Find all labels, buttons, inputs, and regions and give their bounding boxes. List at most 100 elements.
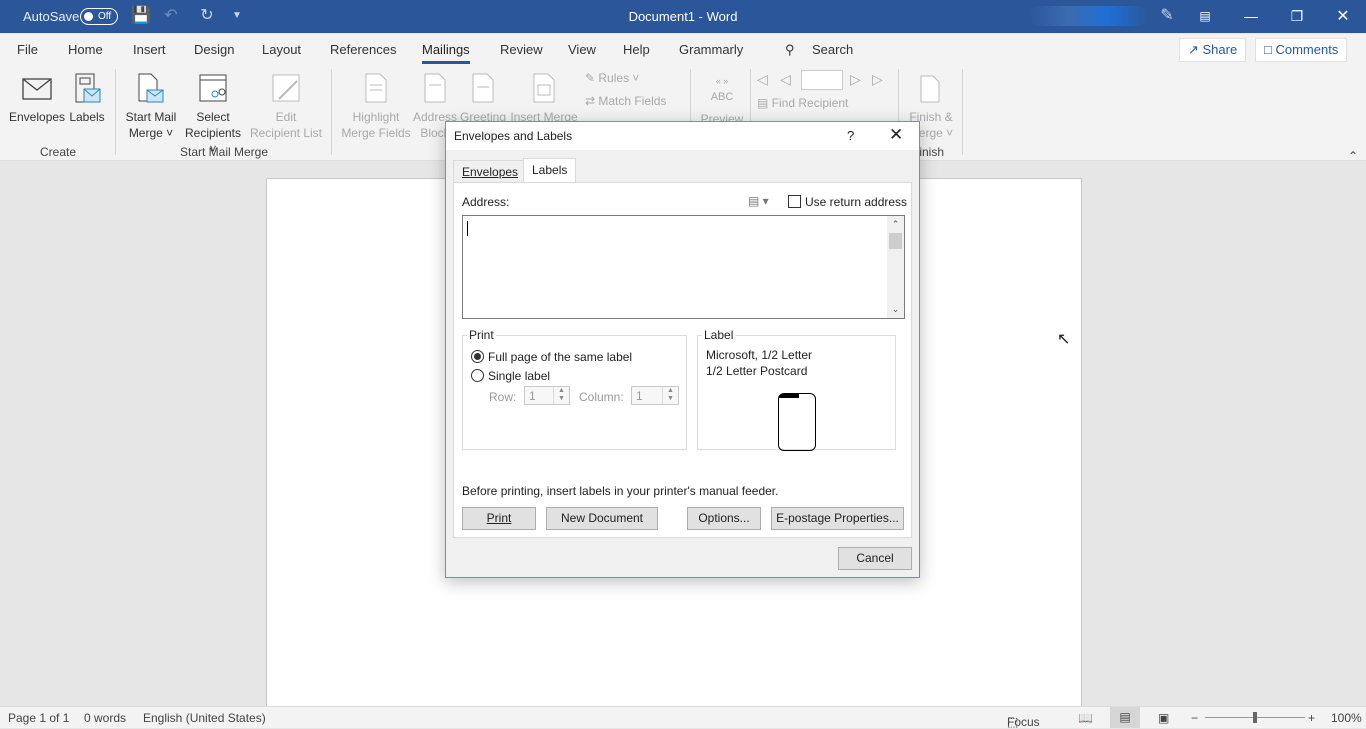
dialog-title: Envelopes and Labels <box>454 129 573 143</box>
row-spinner[interactable]: 1 ▲ ▼ <box>524 386 570 405</box>
use-return-address-checkbox[interactable] <box>788 195 801 208</box>
first-record-icon[interactable]: ◁ <box>757 71 768 88</box>
envelopes-button[interactable]: Envelopes <box>9 73 65 125</box>
edit-list-icon <box>271 73 301 105</box>
scroll-down-icon[interactable]: ⌄ <box>887 304 904 315</box>
tab-grammarly[interactable]: Grammarly <box>679 42 743 57</box>
find-recipient-button[interactable]: ▤ Find Recipient <box>757 96 848 110</box>
address-textarea[interactable]: ⌃ ⌄ <box>462 215 905 319</box>
print-group-legend: Print <box>469 328 494 342</box>
last-record-icon[interactable]: ▷ <box>872 71 883 88</box>
rules-button[interactable]: ✎ Rules ˅ <box>585 71 639 85</box>
language[interactable]: English (United States) <box>143 711 266 725</box>
find-recipient-icon: ▤ <box>757 96 772 110</box>
page-count[interactable]: Page 1 of 1 <box>8 711 69 725</box>
epostage-properties-button[interactable]: E-postage Properties... <box>771 507 904 530</box>
highlight-merge-fields-button[interactable]: Highlight Merge Fields <box>340 73 412 141</box>
ribbon-display-options-icon[interactable]: ▤ <box>1182 0 1228 33</box>
labels-icon <box>72 73 102 105</box>
tab-mailings[interactable]: Mailings <box>422 42 470 64</box>
greeting-line-button[interactable]: Greeting <box>458 73 508 125</box>
zoom-level[interactable]: 100% <box>1331 711 1362 725</box>
mouse-cursor-icon: ↖ <box>1057 331 1071 348</box>
ribbon-tabs: File Home Insert Design Layout Reference… <box>0 33 1366 65</box>
help-icon[interactable]: ? <box>847 128 854 143</box>
share-button[interactable]: ↗ Share <box>1179 38 1247 62</box>
preview-results-button[interactable]: « » ABC Preview <box>700 73 744 127</box>
previous-record-icon[interactable]: ◁ <box>780 71 791 88</box>
title-bar: AutoSave Off 💾 ↶ ↻ ▼ Document1 - Word ✎ … <box>0 0 1366 33</box>
address-block-icon <box>420 73 450 105</box>
comments-icon: □ <box>1264 42 1276 57</box>
finish-merge-icon <box>916 73 946 105</box>
address-book-icon[interactable]: ▤ ▾ <box>748 194 769 208</box>
labels-tab-panel: Address: ▤ ▾ Use return address ⌃ ⌄ Prin… <box>453 182 912 538</box>
single-label-radio[interactable] <box>471 369 484 382</box>
label-vendor: Microsoft, 1/2 Letter <box>706 348 813 362</box>
row-label: Row: <box>489 390 517 404</box>
cancel-button[interactable]: Cancel <box>838 547 912 570</box>
text-caret <box>467 221 468 236</box>
status-bar: Page 1 of 1 0 words English (United Stat… <box>0 706 1366 729</box>
tab-envelopes[interactable]: Envelopes <box>453 160 528 182</box>
tab-insert[interactable]: Insert <box>133 42 166 57</box>
document-icon <box>361 73 391 105</box>
tab-labels[interactable]: Labels <box>523 158 577 183</box>
designer-icon[interactable]: ✎ <box>1157 6 1177 26</box>
column-spinner[interactable]: 1 ▲ ▼ <box>631 386 679 405</box>
address-scrollbar[interactable]: ⌃ ⌄ <box>887 216 904 318</box>
tab-layout[interactable]: Layout <box>262 42 301 57</box>
single-label-label: Single label <box>488 369 551 383</box>
read-mode-icon[interactable]: 📖 <box>1078 711 1093 725</box>
next-record-icon[interactable]: ▷ <box>850 71 861 88</box>
insert-merge-field-button[interactable]: Insert Merge <box>508 73 580 125</box>
use-return-address-label: Use return address <box>805 195 908 209</box>
comments-button[interactable]: □ Comments <box>1255 38 1348 62</box>
group-separator <box>115 69 116 155</box>
spinner-arrows-icon[interactable]: ▲ ▼ <box>662 387 678 404</box>
restore-icon[interactable]: ❐ <box>1274 0 1320 33</box>
label-preview-icon[interactable] <box>778 393 816 451</box>
search-box[interactable]: Search <box>812 42 853 57</box>
record-number-input[interactable] <box>801 70 843 90</box>
options-button[interactable]: Options... <box>687 507 761 530</box>
comments-label: Comments <box>1275 42 1339 57</box>
print-button[interactable]: Print <box>462 507 536 530</box>
new-document-button[interactable]: New Document <box>546 507 658 530</box>
tab-home[interactable]: Home <box>68 42 103 57</box>
start-mail-merge-icon <box>136 73 166 105</box>
close-icon[interactable]: ✕ <box>1320 0 1366 33</box>
minimize-icon[interactable]: — <box>1228 0 1274 33</box>
tab-help[interactable]: Help <box>623 42 650 57</box>
envelopes-and-labels-dialog: Envelopes and Labels ? ✕ Envelopes Label… <box>445 121 920 578</box>
match-fields-button[interactable]: ⇄ Match Fields <box>585 94 666 108</box>
share-label: Share <box>1202 42 1238 57</box>
label-group-legend: Label <box>704 328 734 342</box>
tab-review[interactable]: Review <box>500 42 543 57</box>
scroll-up-icon[interactable]: ⌃ <box>887 219 904 230</box>
scroll-thumb[interactable] <box>889 233 902 249</box>
spinner-arrows-icon[interactable]: ▲ ▼ <box>553 387 569 404</box>
envelope-icon <box>22 73 52 105</box>
zoom-in-button[interactable]: + <box>1308 711 1315 725</box>
web-layout-icon[interactable]: ▣ <box>1158 711 1169 725</box>
tab-references[interactable]: References <box>330 42 396 57</box>
print-layout-icon[interactable]: ▤ <box>1110 707 1140 728</box>
zoom-slider-thumb[interactable] <box>1253 712 1257 723</box>
tab-view[interactable]: View <box>568 42 596 57</box>
word-count[interactable]: 0 words <box>84 711 126 725</box>
tab-file[interactable]: File <box>17 42 38 57</box>
group-separator <box>962 69 963 155</box>
zoom-out-button[interactable]: − <box>1191 711 1198 725</box>
label-group[interactable]: Label Microsoft, 1/2 Letter 1/2 Letter P… <box>697 328 896 451</box>
edit-recipient-list-button[interactable]: Edit Recipient List <box>248 73 324 141</box>
full-page-radio[interactable] <box>471 350 484 363</box>
match-fields-icon: ⇄ <box>585 94 599 108</box>
dialog-close-icon[interactable]: ✕ <box>889 125 903 145</box>
account-area[interactable] <box>1028 6 1148 26</box>
tab-design[interactable]: Design <box>194 42 234 57</box>
labels-button[interactable]: Labels <box>67 73 107 125</box>
start-mail-merge-button[interactable]: Start Mail Merge ˅ <box>122 73 180 141</box>
column-label: Column: <box>579 390 624 404</box>
search-icon[interactable]: ⚲ <box>785 42 795 58</box>
